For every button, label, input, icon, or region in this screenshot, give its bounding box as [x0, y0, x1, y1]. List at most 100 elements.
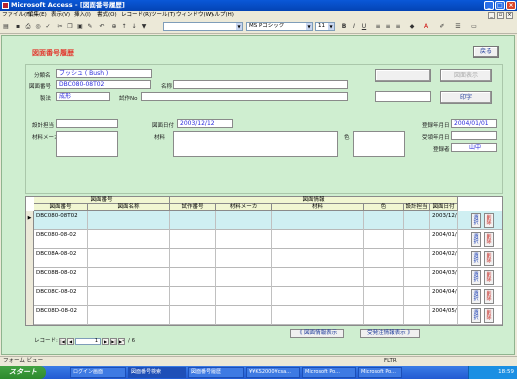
task-login[interactable]: ログイン画面: [70, 367, 126, 378]
row-select-button[interactable]: 選択: [471, 232, 481, 247]
record-selector[interactable]: [26, 306, 34, 325]
cell-empty[interactable]: [272, 211, 364, 230]
cell-empty[interactable]: [216, 211, 272, 230]
row-delete-button[interactable]: 削除: [484, 232, 494, 247]
mdi-minimize-button[interactable]: _: [488, 12, 495, 19]
cell-empty[interactable]: [170, 230, 216, 249]
record-selector[interactable]: [26, 230, 34, 249]
sort-desc-icon[interactable]: ↓: [130, 23, 138, 31]
cell-empty[interactable]: [88, 268, 170, 287]
line-width-icon[interactable]: ☰: [454, 23, 462, 31]
table-row[interactable]: DBC08B-08-02 2004/03/03 選択削除: [26, 268, 502, 287]
tourokusha-field[interactable]: 山中: [451, 143, 497, 152]
cell-empty[interactable]: [216, 268, 272, 287]
cell-empty[interactable]: [404, 211, 430, 230]
zairyo-field[interactable]: [173, 131, 338, 157]
cell-empty[interactable]: [170, 306, 216, 325]
new-record-icon[interactable]: ▶*: [118, 338, 125, 345]
cell-empty[interactable]: [404, 249, 430, 268]
font-size-combo[interactable]: 11 ▼: [315, 22, 335, 31]
cell-date[interactable]: 2004/02/02: [430, 249, 458, 268]
cell-empty[interactable]: [404, 230, 430, 249]
fill-color-icon[interactable]: ◆: [408, 23, 416, 31]
cell-empty[interactable]: [170, 249, 216, 268]
mdi-close-button[interactable]: ×: [506, 12, 513, 19]
cell-zumen[interactable]: DBC08C-08-02: [34, 287, 88, 306]
line-color-icon[interactable]: ✐: [438, 23, 446, 31]
copy-icon[interactable]: ❐: [66, 23, 74, 31]
preview-icon[interactable]: ◎: [34, 23, 42, 31]
meisho-field[interactable]: [173, 80, 348, 89]
cell-empty[interactable]: [272, 249, 364, 268]
menu-edit[interactable]: 編集(E): [28, 11, 47, 20]
mdi-restore-button[interactable]: ▫: [497, 12, 504, 19]
cell-empty[interactable]: [88, 306, 170, 325]
minimize-button[interactable]: _: [484, 1, 494, 10]
cell-zumen[interactable]: DBC080-08T02: [34, 211, 88, 230]
cell-empty[interactable]: [364, 211, 404, 230]
start-button[interactable]: スタート: [0, 366, 46, 379]
shiyou-field[interactable]: [141, 92, 348, 101]
cell-empty[interactable]: [216, 287, 272, 306]
underline-icon[interactable]: U: [360, 23, 368, 31]
cell-date[interactable]: 2004/04/04: [430, 287, 458, 306]
menu-view[interactable]: 表示(V): [51, 11, 70, 20]
italic-icon[interactable]: I: [350, 23, 358, 31]
menu-insert[interactable]: 挿入(I): [74, 11, 91, 20]
hyperlink-icon[interactable]: ⊕: [110, 23, 118, 31]
task-powerpoint-1[interactable]: Microsoft Po...: [302, 367, 356, 378]
cell-empty[interactable]: [364, 268, 404, 287]
cell-empty[interactable]: [404, 287, 430, 306]
row-select-button[interactable]: 選択: [471, 289, 481, 304]
cell-empty[interactable]: [364, 230, 404, 249]
object-combo[interactable]: ▼: [163, 22, 243, 31]
align-left-icon[interactable]: ≡: [374, 23, 382, 31]
cell-zumen[interactable]: DBC08A-08-02: [34, 249, 88, 268]
task-zumen-search[interactable]: 図面番号検索: [128, 367, 186, 378]
cell-date[interactable]: 2004/01/01: [430, 230, 458, 249]
sekkei-field[interactable]: [56, 119, 118, 128]
task-powerpoint-2[interactable]: Microsoft Po...: [358, 367, 402, 378]
ukeire-field[interactable]: [451, 131, 497, 140]
cell-empty[interactable]: [364, 249, 404, 268]
record-selector[interactable]: ▶: [26, 211, 34, 230]
cell-empty[interactable]: [272, 287, 364, 306]
row-delete-button[interactable]: 削除: [484, 213, 494, 228]
record-number-input[interactable]: 1: [75, 338, 101, 345]
bold-icon[interactable]: B: [340, 23, 348, 31]
record-selector[interactable]: [26, 268, 34, 287]
cell-empty[interactable]: [88, 287, 170, 306]
table-row[interactable]: DBC080-08-02 2004/01/01 選択削除: [26, 230, 502, 249]
font-name-combo[interactable]: MS Pゴシック ▼: [246, 22, 313, 31]
table-row[interactable]: ▶DBC080-08T02 2003/12/12 選択削除: [26, 211, 502, 230]
row-delete-button[interactable]: 削除: [484, 289, 494, 304]
table-row[interactable]: DBC08A-08-02 2004/02/02 選択削除: [26, 249, 502, 268]
align-right-icon[interactable]: ≡: [394, 23, 402, 31]
last-record-icon[interactable]: ▶|: [110, 338, 117, 345]
prev-record-icon[interactable]: ◀: [67, 338, 74, 345]
record-selector[interactable]: [26, 287, 34, 306]
cell-empty[interactable]: [272, 306, 364, 325]
maximize-button[interactable]: □: [495, 1, 505, 10]
zumenbi-field[interactable]: 2003/12/12: [177, 119, 233, 128]
cell-zumen[interactable]: DBC080-08-02: [34, 230, 88, 249]
record-selector[interactable]: [26, 249, 34, 268]
view-icon[interactable]: ▤: [2, 23, 10, 31]
row-select-button[interactable]: 選択: [471, 308, 481, 323]
cell-empty[interactable]: [364, 306, 404, 325]
menu-format[interactable]: 書式(O): [97, 11, 117, 20]
row-delete-button[interactable]: 削除: [484, 270, 494, 285]
close-button[interactable]: ×: [506, 1, 516, 10]
print-button[interactable]: 印字: [440, 91, 492, 104]
row-delete-button[interactable]: 削除: [484, 308, 494, 323]
task-folder[interactable]: ¥¥KS2000¥csa...: [246, 367, 300, 378]
back-button[interactable]: 戻る: [473, 46, 499, 58]
cell-empty[interactable]: [404, 268, 430, 287]
iro-field[interactable]: [353, 131, 405, 157]
format-painter-icon[interactable]: ✎: [86, 23, 94, 31]
blank-button[interactable]: [375, 69, 431, 82]
save-icon[interactable]: ▪: [14, 23, 22, 31]
bunrui-field[interactable]: ブッシュ ( Bush ): [56, 69, 152, 78]
cell-empty[interactable]: [170, 268, 216, 287]
cell-empty[interactable]: [272, 230, 364, 249]
